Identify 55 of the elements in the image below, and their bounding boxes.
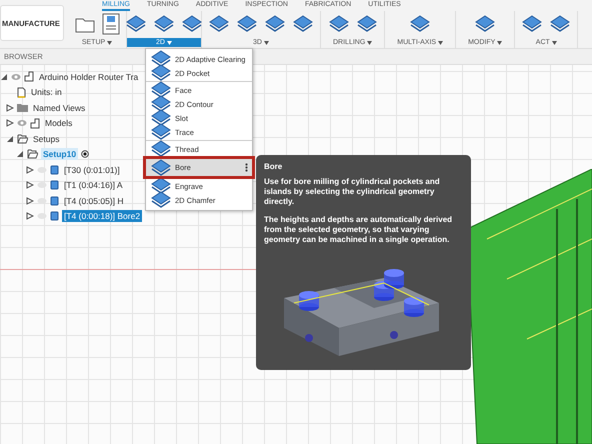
stacked-plates-icon[interactable] (125, 12, 147, 34)
tree-item[interactable]: [T4 (0:00:18)] Bore2 (62, 210, 142, 222)
tree-item[interactable]: Arduino Holder Router Tra (37, 70, 140, 83)
tooltip-text: Use for bore milling of cylindrical pockets and islands by selecting the cylindrical geometry directly. (264, 177, 441, 207)
stacked-plates-icon[interactable] (356, 12, 378, 34)
toolpath-icon (50, 211, 59, 222)
tree-item[interactable]: [T30 (0:01:01)] (62, 164, 122, 176)
caret-icon (107, 40, 112, 44)
stacked-plates-icon[interactable] (549, 12, 572, 34)
tree-item[interactable]: [T4 (0:05:05)] H (62, 194, 126, 207)
document-icon[interactable] (102, 12, 120, 34)
tree-item[interactable]: Units: in (29, 86, 64, 98)
tree-item[interactable]: Setups (31, 132, 62, 145)
folder-icon (17, 103, 28, 112)
expanded-arrow-icon[interactable] (0, 72, 8, 81)
stacked-plates-icon[interactable] (181, 12, 203, 34)
stacked-plates-icon[interactable] (521, 12, 544, 34)
expanded-arrow-icon[interactable] (6, 134, 14, 143)
caret-icon (264, 40, 269, 44)
document-icon (17, 86, 26, 98)
caret-icon (166, 40, 172, 44)
collapsed-arrow-icon[interactable] (26, 181, 34, 190)
caret-icon (438, 40, 444, 44)
stacked-plates-icon[interactable] (328, 12, 350, 34)
stacked-plates-icon[interactable] (292, 12, 314, 34)
tree-item[interactable]: [T1 (0:04:16)] A (62, 179, 125, 192)
toolpath-icon (50, 180, 59, 190)
more-icon[interactable] (245, 163, 248, 172)
active-radio-icon[interactable] (81, 150, 90, 158)
stacked-plates-icon[interactable] (264, 12, 286, 34)
component-icon (24, 71, 34, 82)
tree-item[interactable]: Models (43, 117, 74, 130)
caret-icon (367, 40, 372, 44)
tooltip-title: Bore (264, 162, 284, 171)
toolpath-icon (50, 164, 59, 175)
stacked-plates-icon[interactable] (474, 12, 496, 34)
collapsed-arrow-icon[interactable] (26, 212, 34, 220)
expanded-arrow-icon[interactable] (16, 150, 24, 158)
collapsed-arrow-icon[interactable] (6, 119, 14, 128)
collapsed-arrow-icon[interactable] (26, 196, 34, 205)
stacked-plates-icon[interactable] (208, 12, 230, 34)
stacked-plates-icon[interactable] (153, 12, 175, 34)
tooltip-text: The heights and depths are automatically derived from the selected geometry, so that varying geometry can be machined in a single operation. (264, 215, 454, 245)
tree-item[interactable]: Named Views (31, 102, 88, 114)
caret-icon (552, 40, 557, 44)
caret-icon (497, 40, 502, 44)
stacked-plates-icon[interactable] (409, 12, 432, 34)
plate-icon[interactable] (150, 156, 172, 178)
stacked-plates-icon[interactable] (236, 12, 258, 34)
open-folder-icon (27, 149, 38, 160)
collapsed-arrow-icon[interactable] (6, 104, 14, 112)
component-icon (30, 118, 40, 129)
collapsed-arrow-icon[interactable] (26, 166, 34, 174)
toolpath-icon (50, 196, 59, 206)
open-folder-icon (17, 134, 28, 144)
